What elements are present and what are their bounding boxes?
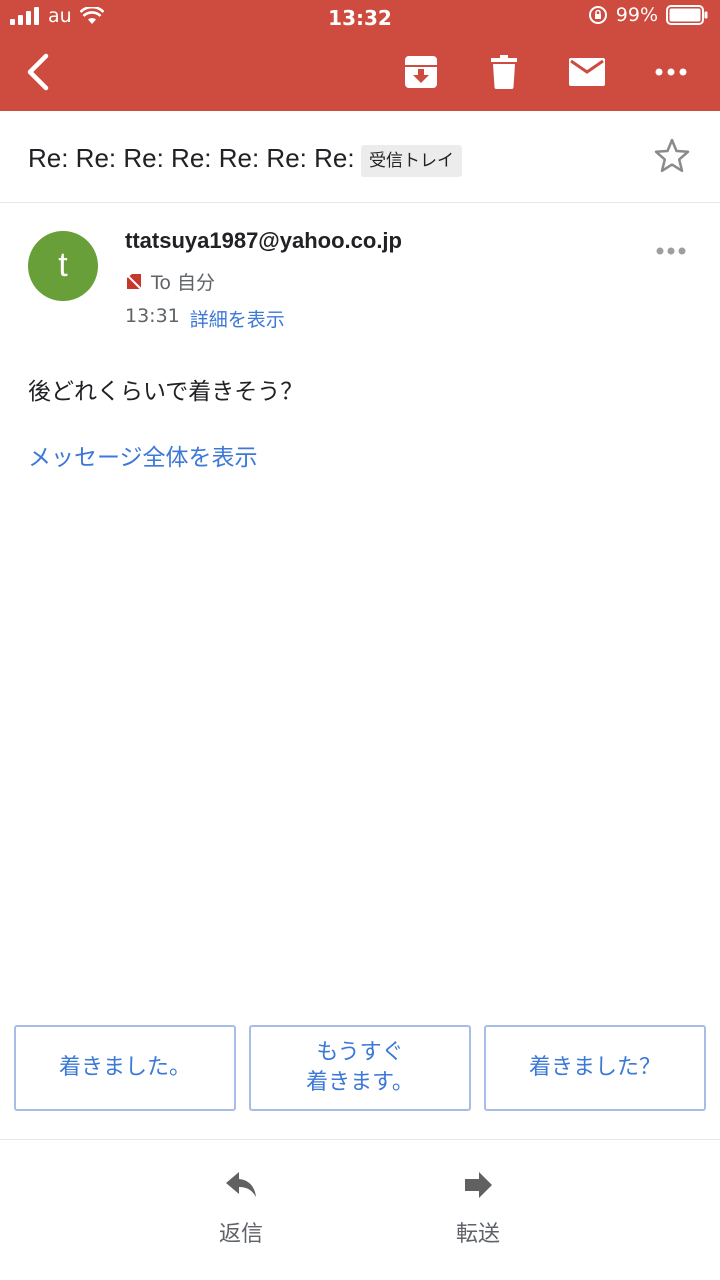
inbox-label[interactable]: 受信トレイ: [361, 145, 462, 177]
smart-reply-line: 着きました？: [528, 1055, 661, 1080]
message-more-button[interactable]: [652, 236, 692, 266]
back-icon: [27, 53, 49, 91]
important-marker-icon: [125, 272, 143, 291]
forward-button[interactable]: 転送: [418, 1170, 538, 1248]
sender-email: ttatsuya1987@yahoo.co.jp: [125, 228, 402, 253]
smart-reply-line: 着きます。: [306, 1070, 414, 1095]
back-button[interactable]: [16, 50, 60, 94]
forward-icon: [465, 1172, 492, 1198]
sender-avatar: t: [28, 231, 98, 301]
reply-label: 返信: [218, 1222, 263, 1247]
delete-button[interactable]: [482, 50, 526, 94]
smart-reply-text: 着きました？: [529, 1053, 661, 1083]
star-button[interactable]: [652, 136, 692, 176]
smart-reply-2[interactable]: もうすぐ 着きます。: [249, 1025, 471, 1111]
more-options-button[interactable]: [649, 50, 693, 94]
rotation-lock-icon: [588, 6, 607, 24]
battery-icon: [666, 5, 708, 25]
mark-unread-button[interactable]: [565, 50, 609, 94]
smart-reply-text: 着きました。: [59, 1053, 191, 1083]
smart-reply-line: 着きました。: [58, 1055, 191, 1080]
email-subject: Re: Re: Re: Re: Re: Re: Re:: [28, 143, 355, 173]
show-full-message-link[interactable]: メッセージ全体を表示: [28, 438, 258, 472]
reply-button[interactable]: 返信: [181, 1170, 301, 1248]
mail-icon: [569, 58, 605, 86]
status-right: 99%: [588, 4, 708, 26]
show-details-link[interactable]: 詳細を表示: [190, 305, 285, 332]
archive-button[interactable]: [399, 50, 443, 94]
recipient-line[interactable]: To 自分: [125, 268, 215, 295]
message-body: 後どれくらいで着きそう？: [28, 379, 304, 405]
more-icon: [655, 68, 687, 76]
recipient-text: To 自分: [151, 272, 216, 294]
smart-reply-line: もうすぐ: [316, 1040, 404, 1065]
footer-divider: [0, 1139, 720, 1140]
message-time: 13:31: [125, 305, 180, 327]
forward-label: 転送: [455, 1222, 500, 1247]
star-icon: [654, 138, 690, 173]
reply-icon: [226, 1172, 256, 1197]
archive-icon: [405, 56, 437, 88]
more-icon: [656, 247, 686, 255]
smart-reply-3[interactable]: 着きました？: [484, 1025, 706, 1111]
status-bar: au 13:32 99%: [0, 0, 720, 38]
trash-icon: [491, 55, 517, 89]
smart-reply-1[interactable]: 着きました。: [14, 1025, 236, 1111]
app-bar: au 13:32 99%: [0, 0, 720, 111]
subject-row: Re: Re: Re: Re: Re: Re: Re:: [0, 111, 720, 203]
smart-reply-text: もうすぐ 着きます。: [306, 1038, 414, 1098]
message-meta: 13:31 詳細を表示: [125, 305, 285, 332]
battery-percent: 99%: [615, 4, 658, 26]
